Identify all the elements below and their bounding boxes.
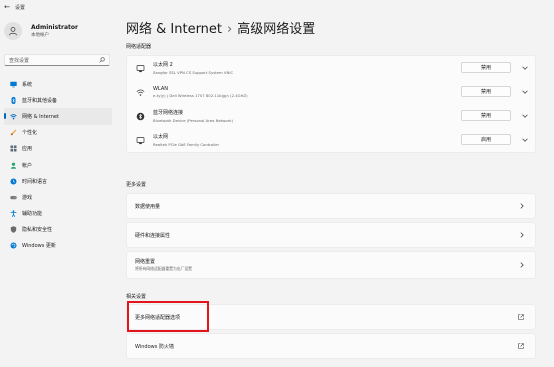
annotation-highlight-box xyxy=(127,301,209,332)
link-title: 网络重置 xyxy=(135,258,156,265)
person-icon xyxy=(9,27,17,36)
shield-icon xyxy=(9,226,17,234)
adapters-card: 以太网 2 Sangfor SSL VPN CS Support System … xyxy=(126,55,536,153)
back-arrow-icon[interactable]: ← xyxy=(0,3,14,11)
breadcrumb-parent[interactable]: 网络 & Internet xyxy=(126,22,222,37)
adapter-name: 以太网 xyxy=(153,134,169,141)
monitor-icon xyxy=(9,80,17,88)
sidebar-item-label: 隐私和安全性 xyxy=(22,227,53,234)
link-title: 数据使用量 xyxy=(135,203,161,210)
external-link-icon xyxy=(518,343,524,349)
section-title-related: 相关设置 xyxy=(126,294,147,300)
adapter-desc: Sangfor SSL VPN CS Support System VNIC xyxy=(153,69,234,75)
person-icon xyxy=(9,161,17,169)
brush-icon xyxy=(9,129,17,137)
page-title: 网络 & Internet › 高级网络设置 xyxy=(126,18,315,37)
sidebar-item-label: 应用 xyxy=(22,146,33,153)
sidebar-item-label: 系统 xyxy=(22,81,33,88)
sidebar-item-windows-update[interactable]: Windows 更新 xyxy=(4,238,112,254)
chevron-down-icon[interactable] xyxy=(521,88,528,95)
sidebar-item-label: 时间和语言 xyxy=(22,178,48,185)
sidebar-nav: 系统 蓝牙和其他设备 网络 & Internet 个性化 应用 帐户 时间和语言 xyxy=(4,76,112,254)
account-card[interactable]: Administrator 本地帐户 xyxy=(4,22,78,40)
chevron-down-icon[interactable] xyxy=(521,64,528,71)
bluetooth-icon xyxy=(9,96,17,104)
ethernet-icon xyxy=(135,63,145,73)
sidebar-item-label: 游戏 xyxy=(22,194,33,201)
breadcrumb-current: 高级网络设置 xyxy=(237,22,316,37)
sidebar-item-system[interactable]: 系统 xyxy=(4,76,112,92)
sidebar-item-bluetooth[interactable]: 蓝牙和其他设备 xyxy=(4,92,112,108)
account-name: Administrator xyxy=(31,24,78,31)
sidebar-item-apps[interactable]: 应用 xyxy=(4,141,112,157)
adapter-row: 以太网 2 Sangfor SSL VPN CS Support System … xyxy=(127,56,535,80)
adapter-row: 蓝牙网络连接 Bluetooth Device (Personal Area N… xyxy=(127,104,535,128)
sidebar-item-label: 帐户 xyxy=(22,162,33,169)
windows-firewall-link[interactable]: Windows 防火墙 xyxy=(126,333,536,359)
chevron-right-icon xyxy=(520,262,524,268)
link-subtitle: 将所有网络适配器重置为出厂设置 xyxy=(135,266,192,272)
adapter-name: 蓝牙网络连接 xyxy=(153,110,184,117)
adapter-row: 以太网 Realtek PCIe GbE Family Controller 启… xyxy=(127,128,535,152)
chevron-right-icon xyxy=(520,232,524,238)
external-link-icon xyxy=(518,314,524,320)
enable-button[interactable]: 启用 xyxy=(461,134,511,145)
account-type: 本地帐户 xyxy=(31,33,49,38)
sidebar-item-privacy[interactable]: 隐私和安全性 xyxy=(4,222,112,238)
sidebar-item-network[interactable]: 网络 & Internet xyxy=(4,108,112,125)
adapter-row: WLAN e-ty(y) | Dell Wireless 1707 802.11… xyxy=(127,80,535,104)
section-title-adapters: 网络适配器 xyxy=(126,44,152,50)
data-usage-link[interactable]: 数据使用量 xyxy=(126,193,536,219)
sidebar: Administrator 本地帐户 查找设置 系统 蓝牙和其他设备 网络 & … xyxy=(0,14,116,367)
accessibility-icon xyxy=(9,210,17,218)
adapter-name: WLAN xyxy=(153,85,169,92)
sidebar-item-accessibility[interactable]: 辅助功能 xyxy=(4,206,112,222)
sidebar-item-label: 个性化 xyxy=(22,130,38,137)
sidebar-item-gaming[interactable]: 游戏 xyxy=(4,189,112,205)
sidebar-item-time-language[interactable]: 时间和语言 xyxy=(4,173,112,189)
link-title: Windows 防火墙 xyxy=(135,343,174,350)
wifi-icon xyxy=(9,112,17,120)
ethernet-icon xyxy=(135,135,145,145)
search-icon xyxy=(99,57,105,63)
sidebar-item-label: 辅助功能 xyxy=(22,211,43,218)
sidebar-item-label: 网络 & Internet xyxy=(22,113,59,120)
sidebar-item-personalization[interactable]: 个性化 xyxy=(4,125,112,141)
disable-button[interactable]: 禁用 xyxy=(461,62,511,73)
adapter-name: 以太网 2 xyxy=(153,62,173,69)
title-bar: ← 设置 xyxy=(0,0,554,14)
disable-button[interactable]: 禁用 xyxy=(461,110,511,121)
adapter-desc: e-ty(y) | Dell Wireless 1707 802.11b|g|n… xyxy=(153,93,248,99)
hardware-properties-link[interactable]: 硬件和连接属性 xyxy=(126,222,536,248)
adapter-desc: Bluetooth Device (Personal Area Network) xyxy=(153,117,233,123)
search-input[interactable]: 查找设置 xyxy=(4,54,110,66)
bluetooth-network-icon xyxy=(135,111,145,121)
sidebar-item-label: Windows 更新 xyxy=(22,243,56,250)
sidebar-item-label: 蓝牙和其他设备 xyxy=(22,97,58,104)
gamepad-icon xyxy=(9,193,17,201)
disable-button[interactable]: 禁用 xyxy=(461,86,511,97)
update-icon xyxy=(9,242,17,250)
chevron-down-icon[interactable] xyxy=(521,136,528,143)
app-title: 设置 xyxy=(15,4,26,11)
wifi-icon xyxy=(135,87,145,97)
breadcrumb-separator: › xyxy=(227,22,233,37)
search-placeholder: 查找设置 xyxy=(9,57,30,64)
network-reset-link[interactable]: 网络重置 将所有网络适配器重置为出厂设置 xyxy=(126,251,536,279)
sidebar-item-accounts[interactable]: 帐户 xyxy=(4,157,112,173)
link-title: 硬件和连接属性 xyxy=(135,232,171,239)
chevron-down-icon[interactable] xyxy=(521,112,528,119)
section-title-more-settings: 更多设置 xyxy=(126,182,147,188)
apps-icon xyxy=(9,145,17,153)
globe-clock-icon xyxy=(9,177,17,185)
avatar xyxy=(4,22,22,40)
chevron-right-icon xyxy=(520,203,524,209)
adapter-desc: Realtek PCIe GbE Family Controller xyxy=(153,141,220,147)
